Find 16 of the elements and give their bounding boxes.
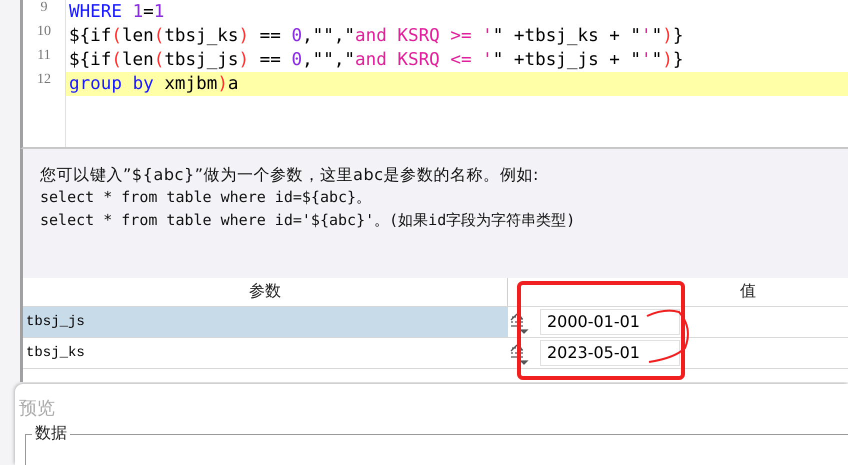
help-text: 您可以键入”${abc}”做为一个参数，这里abc是参数的名称。例如: <box>40 164 540 186</box>
line-number: 12 <box>36 72 52 89</box>
panel-title: 预览 <box>19 397 56 421</box>
code-line: ${if(len(tbsj_ks) == 0,"","and KSRQ >= '" +tbsj_ks + "'")} <box>68 25 684 48</box>
column-header: 值 <box>739 280 757 302</box>
code-line: WHERE 1=1 <box>68 1 166 24</box>
value-field[interactable]: 2023-05-01 <box>540 340 680 366</box>
line-number: 9 <box>40 0 48 17</box>
line-number: 10 <box>36 24 52 41</box>
column-header: 参数 <box>23 278 508 306</box>
line-number: 11 <box>36 48 52 65</box>
help-text: select * from table where id='${abc}'。(如果id字段为字符串类型) <box>40 210 576 231</box>
parameter-name-cell[interactable]: tbsj_js <box>23 306 508 337</box>
code-line: ${if(len(tbsj_js) == 0,"","and KSRQ <= '" +tbsj_js + "'")} <box>68 49 684 72</box>
help-text: select * from table where id=${abc}。 <box>40 186 372 208</box>
value-field[interactable]: 2000-01-01 <box>540 308 680 335</box>
